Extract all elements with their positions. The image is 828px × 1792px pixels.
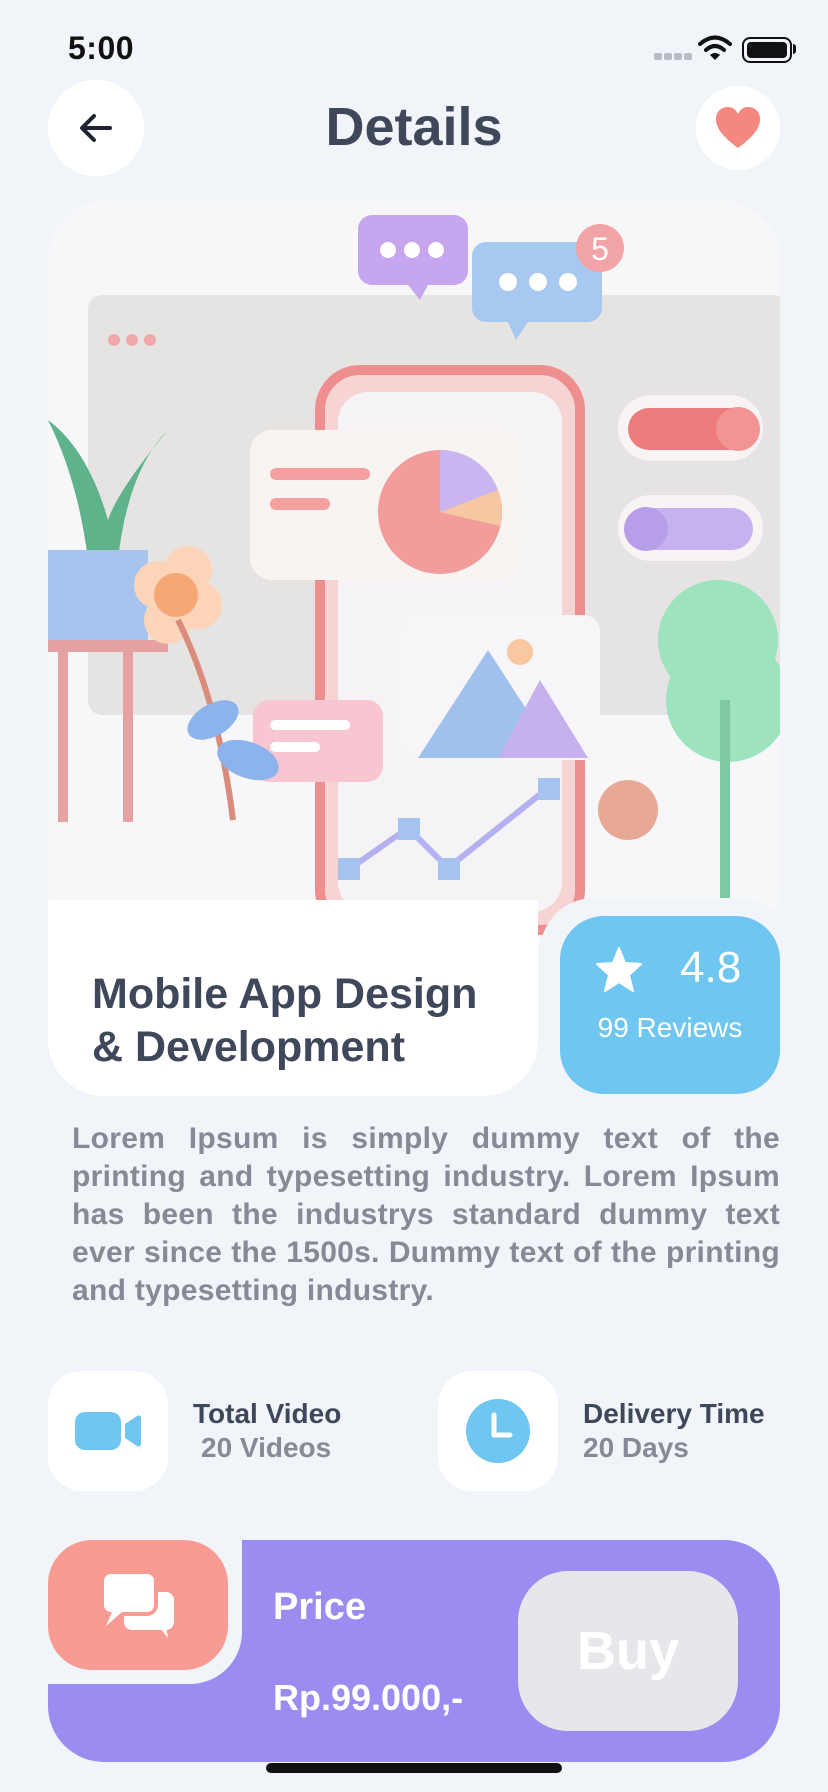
delivery-value: 20 Days <box>583 1432 689 1463</box>
battery-nub <box>793 44 796 54</box>
course-illustration: 5 <box>48 200 780 945</box>
notification-badge: 5 <box>591 231 609 267</box>
battery-icon <box>742 37 792 63</box>
video-camera-icon <box>75 1412 141 1450</box>
course-title-line2: & Development <box>92 1023 406 1071</box>
delivery-label: Delivery Time <box>583 1398 765 1429</box>
video-label: Total Video <box>193 1398 342 1429</box>
buy-button[interactable]: Buy <box>518 1571 738 1731</box>
reviews-count: 99 Reviews <box>597 1012 743 1043</box>
clock-icon <box>466 1399 530 1463</box>
video-value: 20 Videos <box>201 1432 332 1463</box>
star-icon <box>596 947 642 992</box>
price-label: Price <box>273 1586 366 1628</box>
chat-button[interactable] <box>48 1540 228 1670</box>
illustration-art: 5 <box>48 200 780 945</box>
rating-card[interactable] <box>560 916 780 1094</box>
course-title: Mobile App Design & Development <box>92 968 532 1074</box>
heart-icon <box>716 107 760 148</box>
favorite-button[interactable] <box>696 86 780 170</box>
home-indicator <box>266 1763 562 1773</box>
course-description: Lorem Ipsum is simply dummy text of the … <box>72 1122 780 1307</box>
wifi-icon <box>698 35 732 60</box>
rating-score: 4.8 <box>680 943 742 992</box>
chat-bubbles-icon <box>100 1570 174 1638</box>
delivery-tile <box>438 1371 558 1491</box>
video-tile <box>48 1371 168 1491</box>
status-time: 5:00 <box>68 30 135 66</box>
price-value: Rp.99.000,- <box>273 1677 464 1718</box>
course-title-line1: Mobile App Design <box>92 970 478 1018</box>
